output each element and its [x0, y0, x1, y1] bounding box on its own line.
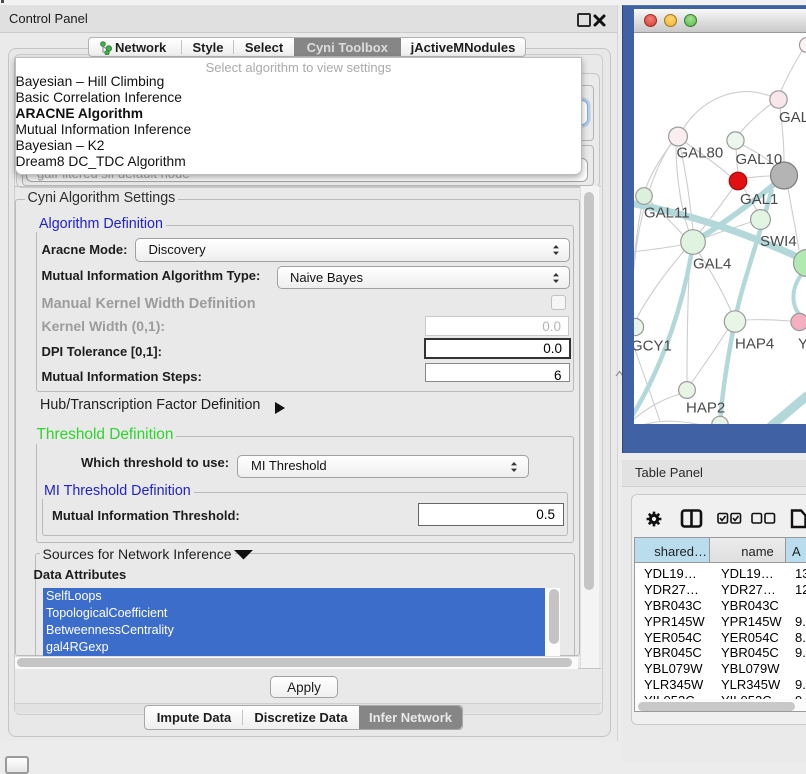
- svg-text:GCY1: GCY1: [634, 338, 672, 355]
- svg-text:HAP4: HAP4: [735, 336, 774, 353]
- svg-text:GAL80: GAL80: [677, 145, 724, 162]
- svg-text:GAL4: GAL4: [693, 256, 731, 273]
- svg-text:Y: Y: [798, 336, 806, 353]
- svg-text:GAL: GAL: [779, 109, 806, 126]
- svg-text:SWI4: SWI4: [760, 233, 797, 250]
- svg-text:HAP2: HAP2: [686, 400, 725, 417]
- svg-text:GAL10: GAL10: [736, 151, 783, 168]
- svg-text:GAL1: GAL1: [740, 191, 778, 208]
- svg-text:GAL11: GAL11: [644, 205, 690, 222]
